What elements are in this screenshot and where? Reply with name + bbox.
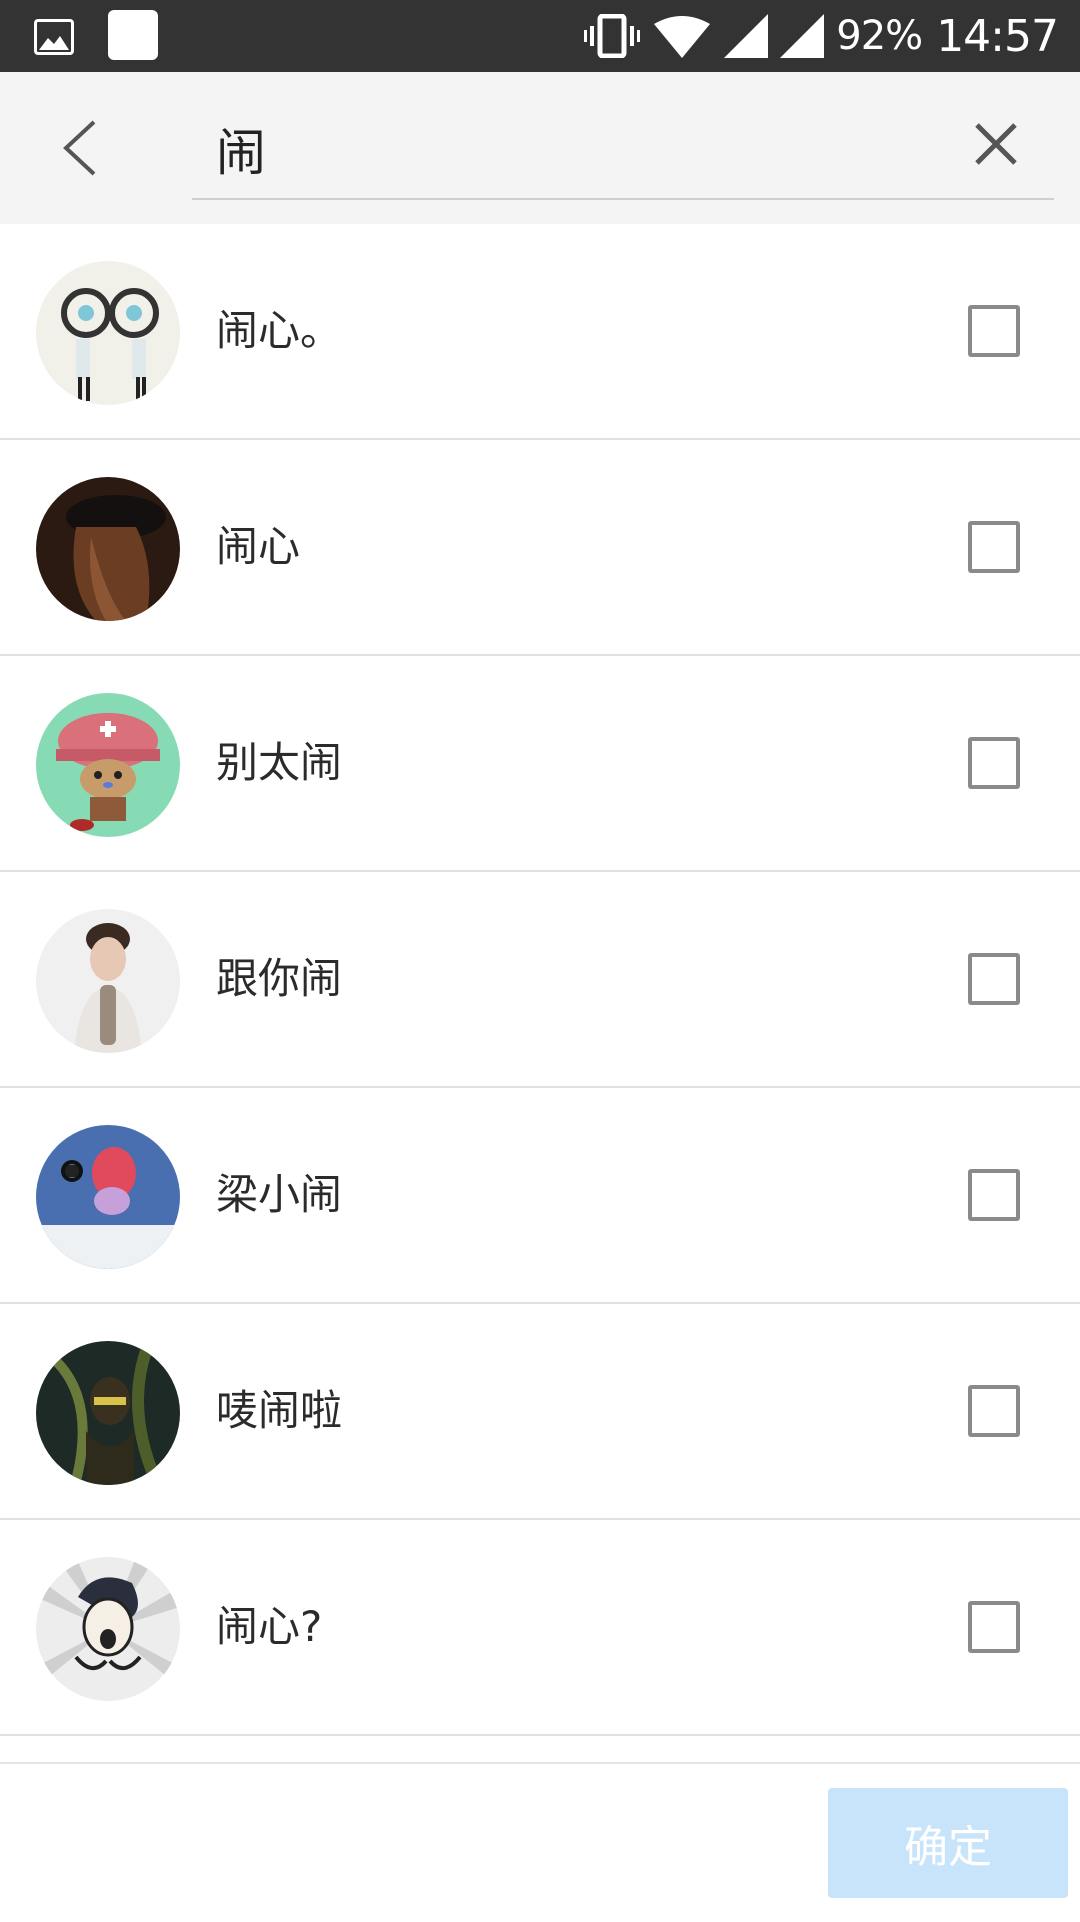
close-icon <box>975 123 1017 165</box>
avatar <box>36 1125 180 1269</box>
select-checkbox[interactable] <box>968 953 1020 1005</box>
app-square-icon <box>108 10 158 60</box>
list-item[interactable]: 别太闹 <box>0 656 1080 872</box>
select-checkbox[interactable] <box>968 521 1020 573</box>
wifi-icon <box>654 16 711 58</box>
contact-name: 别太闹 <box>216 738 343 787</box>
select-checkbox[interactable] <box>968 737 1020 789</box>
back-button[interactable] <box>40 112 120 184</box>
vibrate-icon <box>584 14 641 58</box>
contact-name: 闹心 <box>216 522 301 571</box>
contact-list: 闹心。 闹心 别太闹 跟你闹 梁小闹 唛闹啦 闹心? <box>0 224 1080 1736</box>
status-bar: 92% 14:57 <box>0 0 1080 72</box>
image-icon <box>34 19 74 55</box>
avatar <box>36 693 180 837</box>
contact-name: 跟你闹 <box>216 954 343 1003</box>
search-field[interactable] <box>192 100 1054 200</box>
avatar <box>36 1341 180 1485</box>
select-checkbox[interactable] <box>968 1385 1020 1437</box>
contact-name: 唛闹啦 <box>216 1386 343 1435</box>
avatar <box>36 1557 180 1701</box>
cell-signal-icon <box>780 14 825 58</box>
select-checkbox[interactable] <box>968 1601 1020 1653</box>
avatar <box>36 909 180 1053</box>
select-checkbox[interactable] <box>968 305 1020 357</box>
avatar <box>36 477 180 621</box>
battery-percent: 92% <box>836 13 923 59</box>
list-item[interactable]: 闹心 <box>0 440 1080 656</box>
list-item[interactable]: 闹心。 <box>0 224 1080 440</box>
avatar <box>36 261 180 405</box>
list-item[interactable]: 闹心? <box>0 1520 1080 1736</box>
contact-name: 梁小闹 <box>216 1170 343 1219</box>
search-header <box>0 72 1080 226</box>
contact-name: 闹心? <box>216 1602 323 1651</box>
clear-search-button[interactable] <box>958 106 1034 182</box>
list-item[interactable]: 唛闹啦 <box>0 1304 1080 1520</box>
cell-signal-icon <box>724 14 769 58</box>
chevron-left-icon <box>63 120 96 176</box>
list-item[interactable]: 梁小闹 <box>0 1088 1080 1304</box>
confirm-button[interactable]: 确定 <box>828 1788 1068 1898</box>
list-item[interactable]: 跟你闹 <box>0 872 1080 1088</box>
search-input[interactable] <box>216 100 916 198</box>
clock: 14:57 <box>936 10 1059 62</box>
contact-name: 闹心。 <box>216 306 343 355</box>
bottom-bar: 确定 <box>0 1762 1080 1922</box>
select-checkbox[interactable] <box>968 1169 1020 1221</box>
